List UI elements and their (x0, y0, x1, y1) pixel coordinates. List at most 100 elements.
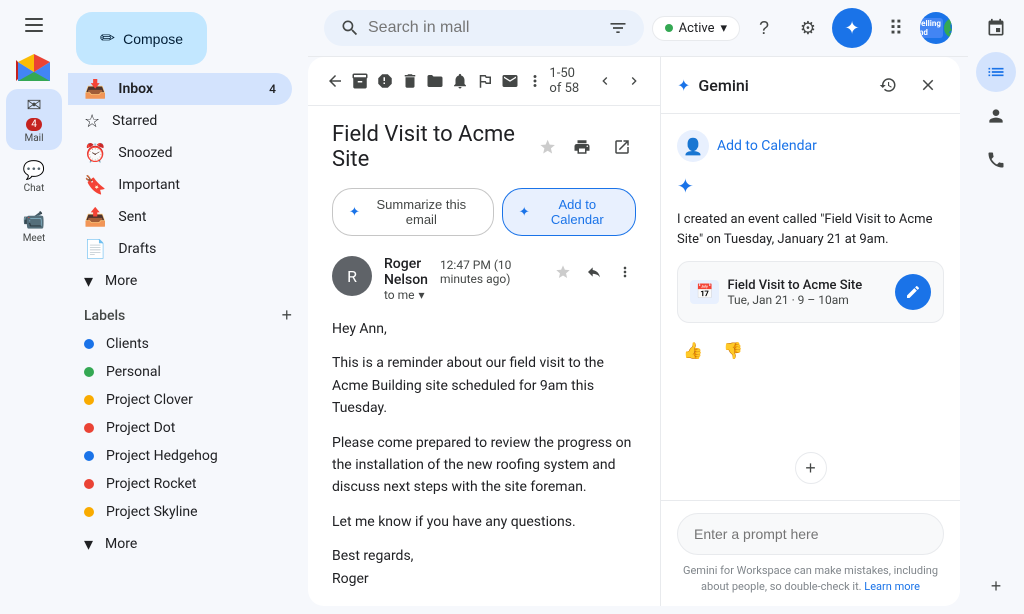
label-item-project-clover[interactable]: Project Clover (68, 386, 292, 414)
inbox-label: Inbox (118, 81, 153, 97)
gemini-fab-button[interactable]: ✦ (832, 8, 872, 48)
more-message-button[interactable] (613, 256, 636, 288)
label-item-clients[interactable]: Clients (68, 330, 292, 358)
compose-icon: ✏ (100, 28, 115, 49)
add-calendar-label: Add to Calendar (536, 197, 619, 227)
sender-meta[interactable]: to me ▾ (384, 288, 428, 302)
more-nav-label: More (105, 273, 137, 289)
open-in-new-button[interactable] (608, 131, 636, 163)
move-email-button[interactable] (499, 65, 520, 97)
drafts-label: Drafts (118, 241, 156, 257)
add-label-button[interactable]: + (281, 305, 292, 326)
right-contacts-button[interactable] (976, 96, 1016, 136)
reply-quick-button[interactable] (582, 256, 605, 288)
more-email-button[interactable] (524, 65, 545, 97)
project-skyline-label: Project Skyline (106, 504, 198, 520)
help-button[interactable]: ? (744, 8, 784, 48)
important-icon: 🔖 (84, 175, 106, 196)
prompt-input[interactable] (677, 513, 944, 555)
report-button[interactable] (374, 65, 395, 97)
apps-button[interactable]: ⠿ (876, 8, 916, 48)
personal-dot (84, 367, 94, 377)
active-status[interactable]: Active ▾ (652, 16, 740, 41)
learn-more-link[interactable]: Learn more (864, 580, 920, 593)
right-tasks-button[interactable] (976, 52, 1016, 92)
compose-button[interactable]: ✏ Compose (76, 12, 207, 65)
gmail-logo (12, 50, 56, 85)
delete-button[interactable] (399, 65, 420, 97)
sidebar-item-drafts[interactable]: 📄 Drafts (68, 233, 292, 265)
star-button[interactable] (551, 256, 574, 288)
snooze-button[interactable] (449, 65, 470, 97)
sidebar-item-chat[interactable]: 💬 Chat (6, 154, 62, 200)
gemini-history-button[interactable] (872, 69, 904, 101)
label-item-project-hedgehog[interactable]: Project Hedgehog (68, 442, 292, 470)
add-gemini-button[interactable]: + (795, 452, 827, 484)
gemini-fab-icon: ✦ (844, 18, 859, 39)
sidebar-item-more-labels[interactable]: ▾ More (68, 528, 292, 560)
clients-dot (84, 339, 94, 349)
email-para-2: This is a reminder about our field visit… (332, 352, 636, 419)
calendar-card-time: Tue, Jan 21 · 9 – 10am (727, 293, 862, 307)
add-task-button[interactable] (474, 65, 495, 97)
mail-badge: 4 (26, 118, 42, 131)
subject-star-icon[interactable] (539, 137, 556, 157)
thumbs-up-button[interactable]: 👍 (677, 335, 709, 367)
search-filter-icon[interactable] (608, 18, 628, 38)
profile-pic: 👤 (944, 18, 952, 38)
edit-calendar-event-button[interactable] (895, 274, 931, 310)
summarize-button[interactable]: ✦ Summarize this email (332, 188, 494, 236)
sent-icon: 📤 (84, 207, 106, 228)
prev-email-button[interactable] (595, 65, 616, 97)
sidebar-item-snoozed[interactable]: ⏰ Snoozed (68, 137, 292, 169)
drafts-icon: 📄 (84, 239, 106, 260)
print-button[interactable] (569, 131, 597, 163)
sidebar-item-inbox[interactable]: 📥 Inbox 4 (68, 73, 292, 105)
sidebar-item-starred[interactable]: ☆ Starred (68, 105, 292, 137)
thumbs-down-button[interactable]: 👎 (717, 335, 749, 367)
more-nav-icon: ▾ (84, 271, 93, 292)
sidebar-item-sent[interactable]: 📤 Sent (68, 201, 292, 233)
right-add-button[interactable]: + (976, 566, 1016, 606)
right-phone-button[interactable] (976, 140, 1016, 180)
sidebar-item-mail[interactable]: ✉ 4 Mail (6, 89, 62, 150)
sidebar-item-important[interactable]: 🔖 Important (68, 169, 292, 201)
active-chevron: ▾ (720, 21, 727, 36)
back-button[interactable] (324, 65, 345, 97)
settings-button[interactable]: ⚙ (788, 8, 828, 48)
recipient-text: to me (384, 288, 415, 302)
sent-label: Sent (118, 209, 146, 225)
label-item-project-skyline[interactable]: Project Skyline (68, 498, 292, 526)
sender-small-icon: 👤 (683, 137, 703, 156)
next-email-button[interactable] (624, 65, 645, 97)
menu-icon[interactable] (17, 8, 51, 46)
project-hedgehog-dot (84, 451, 94, 461)
avatar[interactable]: DwellingFund 👤 (920, 12, 952, 44)
top-icons: Active ▾ ? ⚙ ✦ ⠿ DwellingFund 👤 (652, 8, 952, 48)
search-input[interactable] (368, 19, 600, 37)
calendar-card-title: Field Visit to Acme Site (727, 278, 862, 293)
clients-label: Clients (106, 336, 149, 352)
project-clover-dot (84, 395, 94, 405)
search-bar[interactable] (324, 10, 644, 46)
sidebar-item-meet[interactable]: 📹 Meet (6, 204, 62, 250)
gemini-close-button[interactable] (912, 69, 944, 101)
right-calendar-button[interactable] (976, 8, 1016, 48)
label-item-project-rocket[interactable]: Project Rocket (68, 470, 292, 498)
gemini-panel: ✦ Gemini 👤 Add to Calendar ✦ (660, 57, 960, 606)
gemini-message: I created an event called "Field Visit t… (677, 210, 944, 249)
email-para-4: Let me know if you have any questions. (332, 511, 636, 533)
inbox-icon: 📥 (84, 79, 106, 100)
archive-button[interactable] (349, 65, 370, 97)
label-item-personal[interactable]: Personal (68, 358, 292, 386)
add-to-calendar-text[interactable]: Add to Calendar (717, 138, 817, 154)
compose-label: Compose (123, 31, 183, 47)
add-to-calendar-button[interactable]: ✦ Add to Calendar (502, 188, 636, 236)
move-to-button[interactable] (424, 65, 445, 97)
dwelling-fund-logo: DwellingFund (920, 18, 943, 38)
more-labels-icon: ▾ (84, 534, 93, 555)
label-item-project-dot[interactable]: Project Dot (68, 414, 292, 442)
search-icon (340, 18, 360, 38)
sidebar-item-more[interactable]: ▾ More (68, 265, 292, 297)
sidebar: ✏ Compose 📥 Inbox 4 ☆ Starred ⏰ Snoozed … (68, 0, 308, 614)
